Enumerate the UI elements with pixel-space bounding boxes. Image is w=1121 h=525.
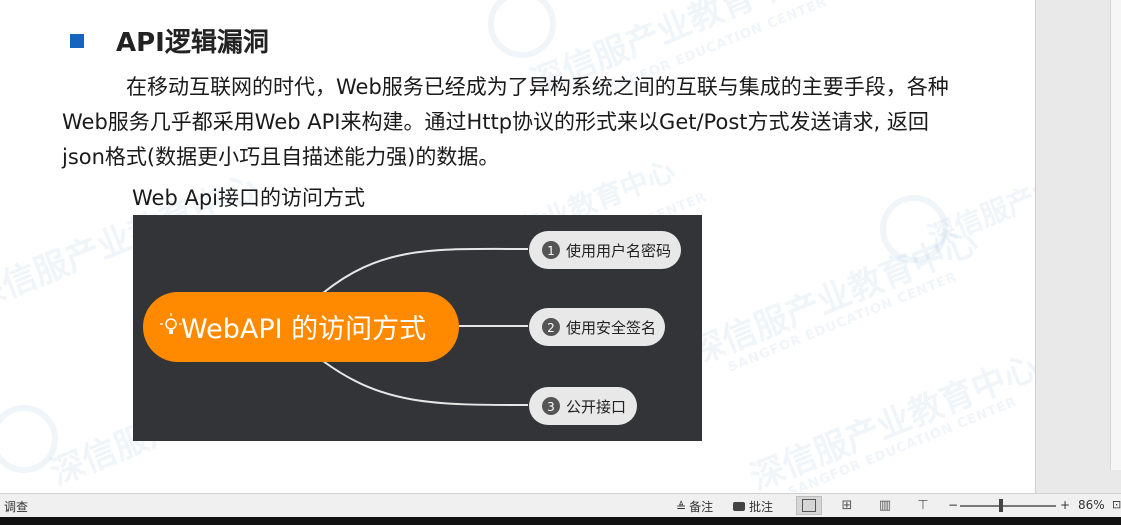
slide-sorter-icon: ⊞ [841,498,853,513]
branch-label: 使用用户名密码 [566,242,671,260]
body-paragraph[interactable]: 在移动互联网的时代，Web服务已经成为了异构系统之间的互联与集成的主要手段，各种… [62,70,962,175]
fit-window-icon[interactable]: ⊡ [1112,498,1121,511]
comments-label: 批注 [749,500,774,514]
reading-view-icon: ▥ [878,498,892,513]
watermark-logo [880,195,948,263]
watermark-logo [0,405,58,473]
heading-row: API逻辑漏洞 [70,22,269,59]
watermark-subtext: SANGFOR EDUCATION CENTER [786,394,1020,493]
normal-view-button[interactable] [796,496,822,515]
slide-sorter-button[interactable]: ⊞ [834,496,860,515]
branch-label: 公开接口 [566,398,626,416]
branch-number: 1 [547,244,555,258]
notes-button[interactable]: ≜ 备注 [676,498,713,515]
status-left-text[interactable]: 调查 [4,498,28,515]
right-gutter [1035,0,1121,493]
branch-number: 2 [547,321,555,335]
bullet-square [70,33,84,48]
zoom-slider[interactable] [960,499,1056,512]
watermark-text: 深信服产业教育中心 [744,346,1035,493]
mindmap-root-label: WebAPI 的访问方式 [181,314,426,345]
notes-icon: ≜ [676,499,687,514]
zoom-out-button[interactable]: − [948,498,958,512]
reading-view-button[interactable]: ▥ [872,496,898,515]
zoom-level[interactable]: 86% [1078,498,1105,512]
notes-label: 备注 [689,500,714,514]
document-page: 深信服产业教育中心 SANGFOR EDUCATION CENTER 深信服产业… [0,0,1035,493]
branch-number: 3 [547,400,555,414]
mindmap-image[interactable]: WebAPI 的访问方式 1 使用用户名密码 2 使用安全签名 3 公开接口 [133,215,702,441]
slideshow-button[interactable]: ⊤ [910,496,936,515]
zoom-slider-thumb[interactable] [999,499,1003,512]
mindmap-svg: WebAPI 的访问方式 1 使用用户名密码 2 使用安全签名 3 公开接口 [133,215,702,441]
zoom-in-button[interactable]: + [1060,498,1070,512]
branch-label: 使用安全签名 [566,319,656,337]
figure-caption[interactable]: Web Api接口的访问方式 [132,182,365,212]
page-heading[interactable]: API逻辑漏洞 [116,22,269,59]
taskbar-edge [0,517,1121,525]
watermark-logo [488,0,556,58]
status-bar: 调查 ≜ 备注 批注 ⊞ ▥ ⊤ − + 86% ⊡ [0,493,1121,518]
slideshow-icon: ⊤ [917,498,929,513]
watermark-subtext: SANGFOR EDUCATION CENTER [726,269,960,376]
vertical-scrollbar[interactable] [1110,0,1121,470]
comments-button[interactable]: 批注 [733,498,773,515]
comment-icon [733,502,745,511]
normal-view-icon [802,499,816,512]
